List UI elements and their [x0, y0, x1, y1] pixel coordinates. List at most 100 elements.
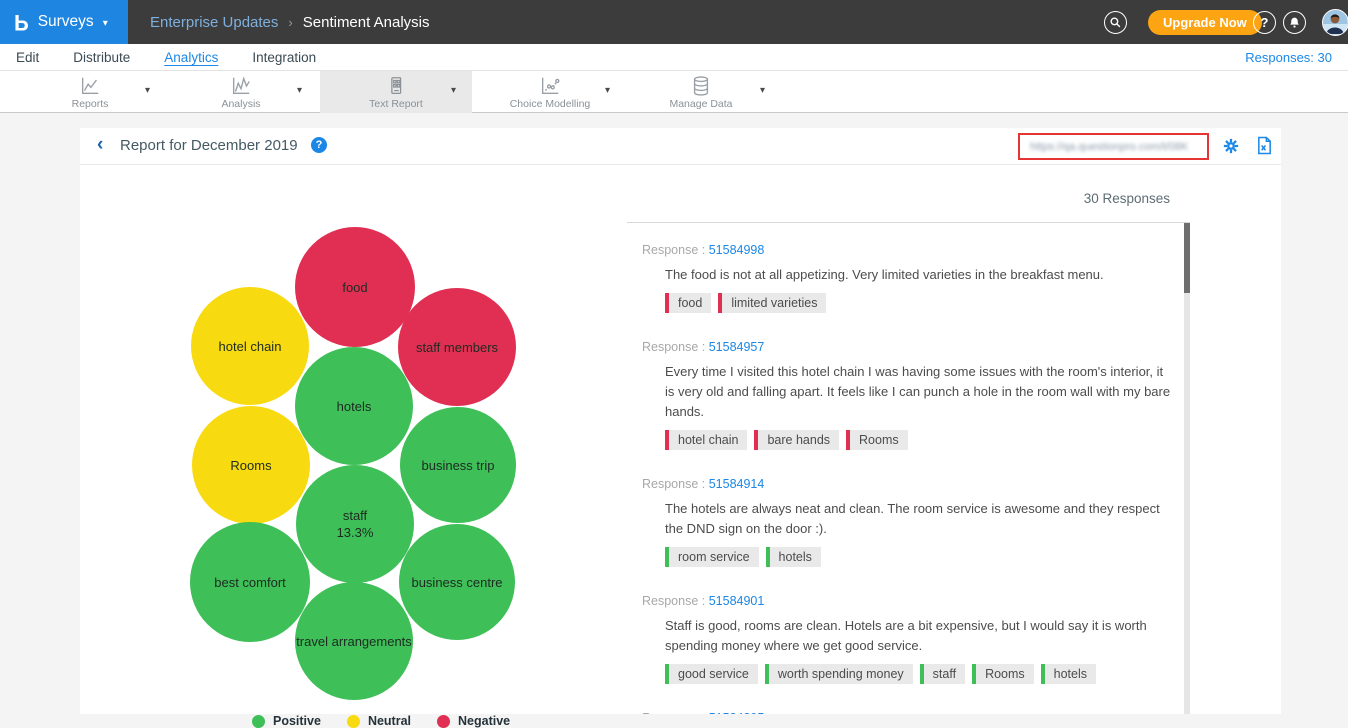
sentiment-tag-staff[interactable]: staff: [920, 664, 965, 684]
legend-item-neutral: Neutral: [347, 714, 411, 728]
response-tags: room service hotels: [665, 547, 1190, 567]
surveys-product-switcher[interactable]: P Surveys ▾: [0, 0, 128, 44]
sentiment-tag-room-service[interactable]: room service: [665, 547, 759, 567]
sentiment-tag-rooms[interactable]: Rooms: [972, 664, 1034, 684]
toolbar-item-manage-data[interactable]: Manage Data: [640, 71, 762, 113]
response-item: Response : 51584998 The food is not at al…: [642, 243, 1190, 313]
neutral-dot-icon: [347, 715, 360, 728]
toolbar-item-reports[interactable]: Reports: [30, 71, 150, 113]
sentiment-tag-worth-spending-money[interactable]: worth spending money: [765, 664, 913, 684]
report-header: ‹ Report for December 2019 ?: [80, 128, 1281, 165]
report-card: ‹ Report for December 2019 ?: [80, 128, 1281, 714]
menu-item-edit[interactable]: Edit: [16, 50, 39, 65]
sentiment-tag-hotels[interactable]: hotels: [1041, 664, 1096, 684]
bubble-travel-arrangements[interactable]: travel arrangements: [295, 582, 413, 700]
scrollbar-thumb[interactable]: [1184, 223, 1190, 293]
back-button[interactable]: ‹: [97, 135, 103, 154]
bubble-business-centre[interactable]: business centre: [399, 524, 515, 640]
toolbar-item-label: Manage Data: [669, 98, 732, 110]
toolbar-dropdown-caret-icon[interactable]: ▾: [605, 85, 610, 96]
manage-data-icon: [690, 75, 712, 97]
response-tags: good service worth spending money staff Roo…: [665, 664, 1190, 684]
help-button[interactable]: ?: [1253, 11, 1276, 34]
share-url-input[interactable]: [1030, 141, 1197, 153]
toolbar-item-label: Choice Modelling: [510, 98, 591, 110]
sentiment-tag-good-service[interactable]: good service: [665, 664, 758, 684]
toolbar-item-label: Text Report: [369, 98, 423, 110]
toolbar-dropdown-caret-icon[interactable]: ▾: [145, 85, 150, 96]
response-id-link[interactable]: 51584914: [709, 477, 765, 491]
text-report-icon: [385, 75, 407, 97]
response-text: The food is not at all appetizing. Very …: [665, 265, 1173, 285]
legend-label: Positive: [273, 714, 321, 728]
bubble-hotels[interactable]: hotels: [295, 347, 413, 465]
responses-count[interactable]: Responses: 30: [1245, 44, 1332, 71]
breadcrumb: Enterprise Updates › Sentiment Analysis: [150, 0, 429, 44]
response-tags: food limited varieties: [665, 293, 1190, 313]
search-button[interactable]: [1104, 11, 1127, 34]
legend-item-negative: Negative: [437, 714, 510, 728]
toolbar-dropdown-caret-icon[interactable]: ▾: [760, 85, 765, 96]
response-item: Response : 51584901Staff is good, rooms …: [642, 594, 1190, 684]
response-id-link[interactable]: 51584901: [709, 594, 765, 608]
response-id-link[interactable]: 51584998: [709, 243, 765, 257]
settings-button[interactable]: [1222, 137, 1240, 160]
share-url-box[interactable]: [1018, 133, 1209, 160]
bubble-label: staff members: [416, 339, 498, 356]
menu-item-analytics[interactable]: Analytics: [164, 50, 218, 65]
profile-photo-icon: [1323, 10, 1347, 34]
response-label: Response : 51584998: [642, 243, 1190, 257]
user-avatar[interactable]: [1322, 9, 1348, 36]
positive-dot-icon: [252, 715, 265, 728]
legend-item-positive: Positive: [252, 714, 321, 728]
response-item: Response : 51584914The hotels are always…: [642, 477, 1190, 567]
bubble-business-trip[interactable]: business trip: [400, 407, 516, 523]
gear-icon: [1222, 137, 1240, 155]
sentiment-tag-food[interactable]: food: [665, 293, 711, 313]
bell-icon: [1288, 16, 1301, 29]
chevron-down-icon: ▾: [103, 18, 108, 29]
product-name: Surveys: [38, 13, 94, 31]
bubble-rooms[interactable]: Rooms: [192, 406, 310, 524]
response-id-link[interactable]: 51584957: [709, 340, 765, 354]
sentiment-tag-hotel-chain[interactable]: hotel chain: [665, 430, 747, 450]
bubble-label: best comfort: [214, 574, 286, 591]
toolbar-item-choice-modelling[interactable]: Choice Modelling: [489, 71, 611, 113]
bubble-best-comfort[interactable]: best comfort: [190, 522, 310, 642]
menu-item-integration[interactable]: Integration: [252, 50, 316, 65]
sentiment-tag-bare-hands[interactable]: bare hands: [754, 430, 839, 450]
bubble-staff[interactable]: staff13.3%: [296, 465, 414, 583]
sentiment-tag-limited-varieties[interactable]: limited varieties: [718, 293, 826, 313]
sentiment-tag-hotels[interactable]: hotels: [766, 547, 821, 567]
response-label: Response : 51584901: [642, 594, 1190, 608]
menu-items: Edit Distribute Analytics Integration: [16, 50, 316, 65]
upgrade-now-button[interactable]: Upgrade Now: [1148, 10, 1262, 35]
question-mark-icon: ?: [1261, 15, 1269, 30]
bubble-label: Rooms: [230, 457, 271, 474]
questionpro-logo-icon: P: [14, 11, 29, 33]
bubble-label: staff: [343, 507, 367, 524]
report-title: Report for December 2019: [120, 137, 298, 154]
bubble-label: hotel chain: [219, 338, 282, 355]
bubble-staff-members[interactable]: staff members: [398, 288, 516, 406]
notifications-button[interactable]: [1283, 11, 1306, 34]
analytics-toolbar: Reports▾Analysis▾Text Report▾Choice Mode…: [0, 71, 1348, 113]
breadcrumb-current-page: Sentiment Analysis: [303, 14, 430, 31]
toolbar-item-label: Analysis: [221, 98, 260, 110]
menu-item-distribute[interactable]: Distribute: [73, 50, 130, 65]
toolbar-dropdown-caret-icon[interactable]: ▾: [297, 85, 302, 96]
bubble-food[interactable]: food: [295, 227, 415, 347]
bubble-hotel-chain[interactable]: hotel chain: [191, 287, 309, 405]
responses-scrollbar[interactable]: [1184, 223, 1190, 714]
export-report-button[interactable]: [1256, 136, 1273, 160]
sentiment-tag-rooms[interactable]: Rooms: [846, 430, 908, 450]
topbar: P Surveys ▾ Enterprise Updates › Sentime…: [0, 0, 1348, 44]
legend-label: Negative: [458, 714, 510, 728]
search-icon: [1109, 16, 1122, 29]
breadcrumb-survey-name[interactable]: Enterprise Updates: [150, 14, 278, 31]
report-help-icon[interactable]: ?: [311, 137, 327, 153]
toolbar-dropdown-caret-icon[interactable]: ▾: [451, 85, 456, 96]
bubble-label: business centre: [411, 574, 502, 591]
toolbar-item-text-report[interactable]: Text Report: [320, 71, 472, 113]
toolbar-item-analysis[interactable]: Analysis: [181, 71, 301, 113]
